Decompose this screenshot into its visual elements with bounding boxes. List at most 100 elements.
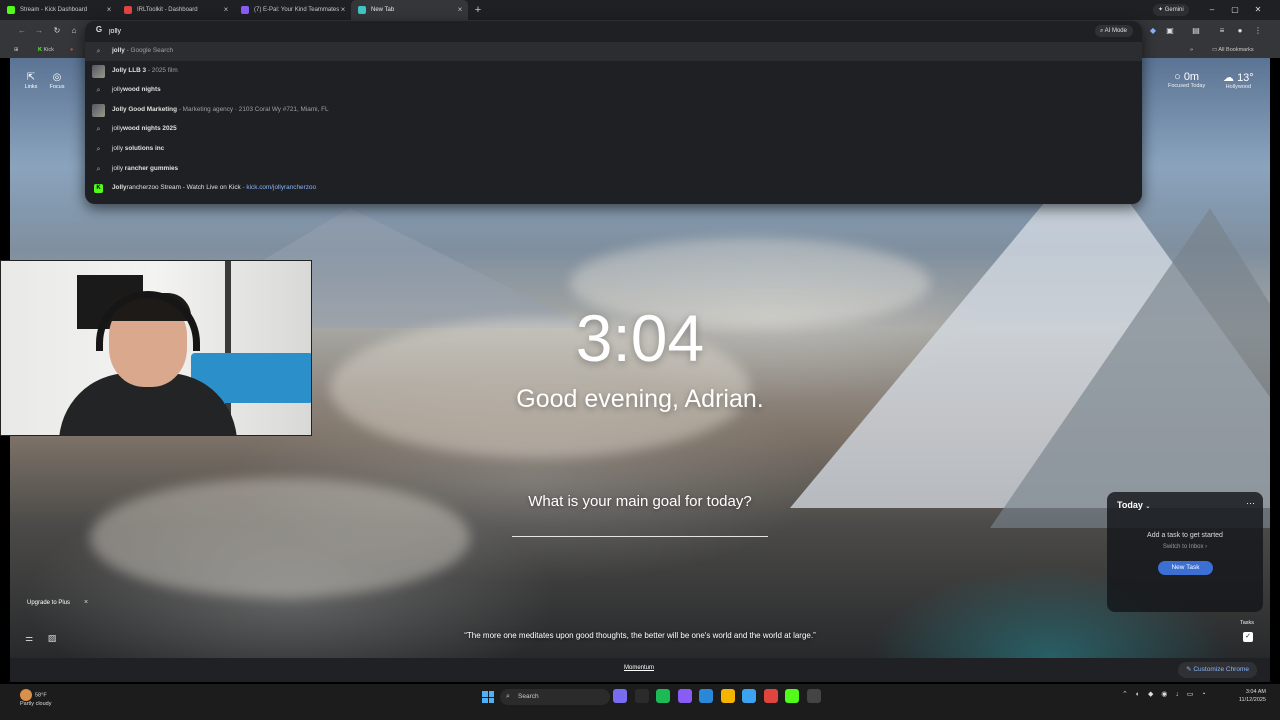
tab-strip: Stream - Kick Dashboard × IRLToolkit - Das…: [0, 0, 1280, 20]
suggestion-text: jollywood nights 2025: [112, 125, 177, 132]
customize-chrome-label: Customize Chrome: [1193, 666, 1249, 673]
search-icon: ⌕: [96, 48, 101, 55]
system-tray[interactable]: ⌃ ◐ ◆ ◉ ↓ ▭ ◔: [1122, 690, 1209, 698]
taskbar-weather-desc: Partly cloudy: [20, 701, 52, 707]
tab-close-icon[interactable]: ×: [105, 5, 113, 14]
suggestion-bold: Jolly: [112, 184, 127, 192]
omnibox-input[interactable]: [109, 24, 509, 38]
background-photo-icon[interactable]: ▨: [46, 632, 58, 644]
taskbar-app-icon[interactable]: [785, 689, 799, 703]
gemini-label: Gemini: [1164, 7, 1184, 13]
todo-list-selector[interactable]: Today ⌄: [1117, 500, 1150, 510]
focused-today-widget[interactable]: ○ 0m Focused Today: [1168, 71, 1205, 89]
downloads-icon[interactable]: ≡: [1216, 25, 1228, 37]
apps-grid-icon[interactable]: ⊞: [14, 45, 19, 55]
taskbar-app-icon[interactable]: [613, 689, 627, 703]
omnibox-suggestion[interactable]: ⌕ jollywood nights: [85, 81, 1142, 100]
side-panel-icon[interactable]: ▤: [1190, 25, 1202, 37]
todo-title: Today: [1117, 500, 1143, 510]
daily-quote: “The more one meditates upon good though…: [464, 631, 816, 640]
tab-2[interactable]: (7) E-Pal: Your Kind Teammates ×: [234, 0, 351, 20]
taskbar-weather[interactable]: 58°F Partly cloudy: [20, 689, 52, 708]
greeting: Good evening, Adrian.: [516, 385, 764, 413]
taskbar-app-icon[interactable]: [656, 689, 670, 703]
home-icon[interactable]: ⌂: [68, 25, 80, 37]
settings-sliders-icon[interactable]: ⚌: [23, 632, 35, 644]
reload-icon[interactable]: ↻: [51, 25, 63, 37]
suggestion-plain: jolly: [112, 145, 125, 152]
profile-avatar-icon[interactable]: ●: [1234, 25, 1246, 37]
tab-close-icon[interactable]: ×: [456, 5, 464, 14]
windows-start-icon[interactable]: [482, 691, 494, 703]
taskbar-app-icon[interactable]: [806, 689, 821, 703]
taskbar-app-icon[interactable]: [634, 689, 649, 703]
tab-favicon-icon: [241, 6, 249, 14]
todo-empty-hint: Add a task to get started: [1147, 532, 1223, 539]
taskbar-search-label: Search: [518, 693, 539, 700]
suggestion-sub: - 2025 film: [146, 66, 178, 74]
suggestion-url: kick.com/jollyrancherzoo: [246, 184, 317, 192]
minimize-icon[interactable]: –: [1205, 3, 1219, 17]
customize-chrome-button[interactable]: ✎ Customize Chrome: [1178, 662, 1257, 678]
back-icon[interactable]: ←: [16, 25, 28, 37]
omnibox-suggestion[interactable]: ⌕ jolly rancher gummies: [85, 160, 1142, 179]
extensions-puzzle-icon[interactable]: ▣: [1164, 25, 1176, 37]
background-mountain: [990, 208, 1270, 528]
momentum-link[interactable]: Momentum: [624, 665, 654, 671]
taskbar-app-icon[interactable]: [763, 689, 778, 703]
taskbar-app-icon[interactable]: [720, 689, 735, 703]
all-bookmarks[interactable]: ▭ All Bookmarks: [1212, 45, 1254, 55]
ai-mode-button[interactable]: ⌕ AI Mode: [1094, 25, 1133, 37]
focused-value: 0m: [1183, 71, 1200, 83]
search-icon: ⌕: [96, 126, 101, 134]
upgrade-to-plus-link[interactable]: Upgrade to Plus: [27, 600, 70, 606]
forward-icon[interactable]: →: [33, 25, 45, 37]
main-goal-input[interactable]: [512, 536, 768, 537]
omnibox-suggestion[interactable]: K Jollyrancherzoo Stream - Watch Live on …: [85, 179, 1142, 198]
menu-kebab-icon[interactable]: ⋮: [1252, 25, 1264, 37]
chrome-footer: Momentum ✎ Customize Chrome: [10, 658, 1270, 682]
ai-mode-label: AI Mode: [1104, 28, 1127, 34]
suggestion-bold: jolly: [112, 47, 125, 54]
taskbar-app-icon[interactable]: [699, 689, 713, 703]
omnibox-suggestion[interactable]: ⌕ jolly - Google Search: [85, 42, 1142, 61]
suggestion-text: Jolly Good Marketing - Marketing agency …: [112, 106, 329, 113]
suggestion-text: jolly - Google Search: [112, 47, 173, 54]
weather-location: Hollywood: [1225, 84, 1252, 90]
tasks-checkbox-icon[interactable]: ✓: [1243, 632, 1253, 642]
tab-1[interactable]: IRLToolkit - Dashboard ×: [117, 0, 234, 20]
extension-icon[interactable]: ◆: [1147, 25, 1159, 37]
omnibox-suggestion[interactable]: Jolly LLB 3 - 2025 film: [85, 62, 1142, 81]
tab-0[interactable]: Stream - Kick Dashboard ×: [0, 0, 117, 20]
new-task-button[interactable]: New Task: [1158, 561, 1213, 575]
bookmarks-overflow-icon[interactable]: »: [1190, 45, 1193, 55]
bookmark-youtube-icon[interactable]: ●: [70, 45, 73, 55]
dismiss-upgrade-icon[interactable]: ×: [84, 599, 88, 606]
suggestion-text: Jolly LLB 3 - 2025 film: [112, 67, 178, 74]
restore-icon[interactable]: ▢: [1228, 3, 1242, 17]
search-icon: ⌕: [96, 146, 101, 153]
taskbar-clock[interactable]: 3:04 AM 11/12/2025: [1226, 688, 1266, 704]
gemini-button[interactable]: ✦ Gemini: [1153, 4, 1189, 16]
weather-widget[interactable]: ☁ 13° Hollywood: [1223, 71, 1254, 90]
close-window-icon[interactable]: ✕: [1251, 3, 1265, 17]
switch-to-inbox-link[interactable]: Switch to Inbox ›: [1107, 544, 1263, 550]
tab-close-icon[interactable]: ×: [339, 5, 347, 14]
tab-title: IRLToolkit - Dashboard: [137, 7, 198, 13]
tab-close-icon[interactable]: ×: [222, 5, 230, 14]
taskbar-app-icon[interactable]: [742, 689, 756, 703]
bookmark-kick-label: Kick: [43, 47, 54, 53]
new-tab-button[interactable]: +: [470, 2, 486, 18]
omnibox-suggestion[interactable]: ⌕ jollywood nights 2025: [85, 120, 1142, 139]
taskbar-search[interactable]: ⌕ Search: [500, 689, 610, 705]
tab-favicon-icon: [124, 6, 132, 14]
taskbar-app-icon[interactable]: [677, 689, 692, 703]
tab-3[interactable]: New Tab ×: [351, 0, 468, 20]
background-cloud: [90, 478, 470, 598]
bookmark-kick[interactable]: K Kick: [38, 45, 54, 55]
focus-button[interactable]: ◎ Focus: [45, 72, 69, 90]
links-button[interactable]: ⇱ Links: [19, 72, 43, 90]
todo-more-icon[interactable]: ···: [1246, 498, 1255, 508]
omnibox-suggestion[interactable]: Jolly Good Marketing - Marketing agency …: [85, 101, 1142, 120]
omnibox-suggestion[interactable]: ⌕ jolly solutions inc: [85, 140, 1142, 159]
